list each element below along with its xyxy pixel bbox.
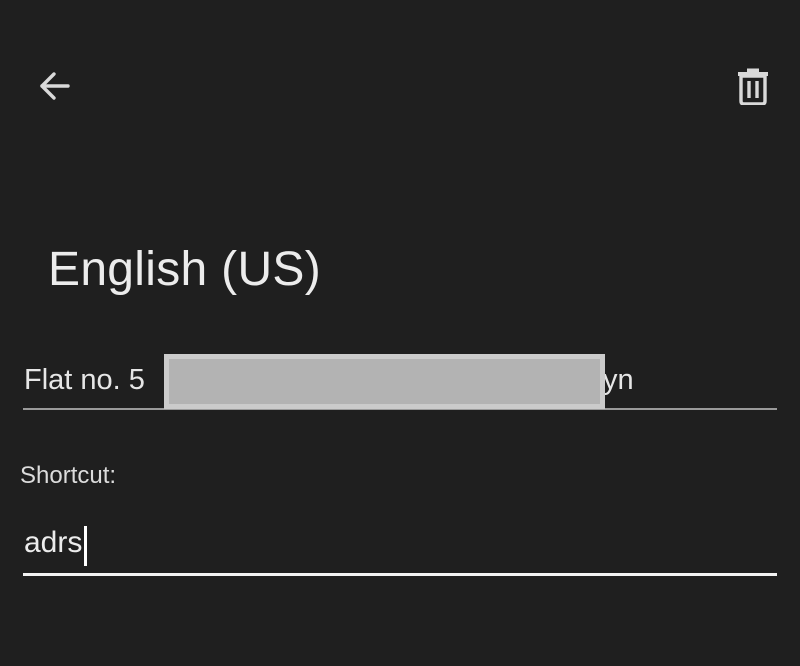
top-app-bar [0, 0, 800, 170]
phrase-field[interactable]: Flat no. 5 yn [23, 352, 777, 410]
arrow-left-icon [40, 72, 70, 100]
redaction-box [164, 354, 605, 409]
phrase-text-suffix: yn [603, 364, 634, 396]
trash-icon [738, 68, 768, 105]
delete-button[interactable] [725, 58, 781, 114]
shortcut-field[interactable] [23, 516, 778, 576]
page-title: English (US) [48, 243, 322, 296]
text-cursor [84, 526, 88, 566]
shortcut-input[interactable] [23, 516, 778, 570]
shortcut-label: Shortcut: [20, 462, 117, 489]
back-button[interactable] [27, 58, 83, 114]
phrase-text-prefix: Flat no. 5 [24, 364, 145, 396]
